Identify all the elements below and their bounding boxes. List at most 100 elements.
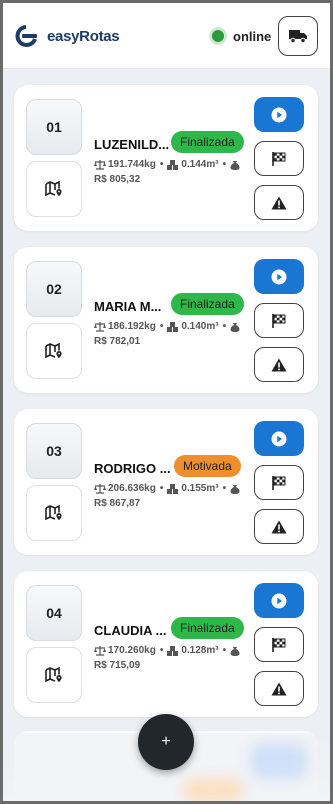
issue-button[interactable] — [254, 347, 304, 382]
separator: • — [222, 159, 227, 170]
play-icon — [271, 431, 287, 446]
play-icon — [271, 593, 287, 608]
warning-icon — [271, 520, 287, 533]
finish-button[interactable] — [254, 627, 304, 662]
status-label: online — [233, 28, 272, 44]
truck-button[interactable] — [278, 16, 318, 56]
blurred-badge — [183, 778, 243, 801]
cargo-meta: 170.260kg • 0.128m³ • — [94, 645, 242, 656]
money-bag-icon — [230, 322, 240, 332]
start-button[interactable] — [254, 421, 304, 456]
separator: • — [222, 321, 227, 332]
stop-number-text: 01 — [46, 119, 62, 135]
separator: • — [159, 645, 164, 656]
delivery-card[interactable]: 03 RODRIGO ... Motivada 206.636kg • 0.15… — [14, 409, 318, 555]
stop-number: 04 — [26, 585, 82, 641]
customer-name: LUZENILD... — [94, 137, 170, 152]
status-badge: Finalizada — [171, 293, 244, 315]
start-button[interactable] — [254, 259, 304, 294]
separator: • — [222, 645, 227, 656]
finish-button[interactable] — [254, 465, 304, 500]
delivery-card[interactable]: 01 LUZENILD... Finalizada 191.744kg • 0.… — [14, 85, 318, 231]
map-button[interactable] — [26, 161, 82, 217]
brand-logo: easyRotas — [13, 25, 120, 47]
map-button[interactable] — [26, 485, 82, 541]
cargo-meta: 186.192kg • 0.140m³ • — [94, 321, 242, 332]
play-icon — [271, 269, 287, 284]
scale-icon — [94, 159, 106, 170]
map-marker-icon — [45, 667, 62, 683]
map-marker-icon — [45, 181, 62, 197]
map-button[interactable] — [26, 323, 82, 379]
money-bag-icon — [230, 484, 240, 494]
price-value: R$ 715,09 — [94, 660, 141, 671]
issue-button[interactable] — [254, 509, 304, 544]
separator: • — [159, 483, 164, 494]
checkered-flag-icon — [272, 475, 286, 490]
stop-number-text: 03 — [46, 443, 62, 459]
map-marker-icon — [45, 343, 62, 359]
volume-value: 0.128m³ — [181, 645, 219, 656]
boxes-icon — [167, 321, 179, 332]
customer-name: MARIA M... — [94, 299, 162, 314]
scale-icon — [94, 483, 106, 494]
connection-status: online — [209, 27, 271, 45]
finish-button[interactable] — [254, 141, 304, 176]
add-button[interactable]: + — [138, 714, 194, 770]
price-value: R$ 867,87 — [94, 498, 141, 509]
cargo-meta: 206.636kg • 0.155m³ • — [94, 483, 242, 494]
start-button[interactable] — [254, 97, 304, 132]
stop-number-text: 02 — [46, 281, 62, 297]
issue-button[interactable] — [254, 671, 304, 706]
price-value: R$ 805,32 — [94, 174, 141, 185]
warning-icon — [271, 358, 287, 371]
start-button[interactable] — [254, 583, 304, 618]
stop-number: 03 — [26, 423, 82, 479]
play-icon — [271, 107, 287, 122]
separator: • — [159, 159, 164, 170]
customer-name: CLAUDIA ... — [94, 623, 167, 638]
money-bag-icon — [230, 160, 240, 170]
brand-name: easyRotas — [47, 27, 120, 45]
volume-value: 0.155m³ — [181, 483, 219, 494]
map-button[interactable] — [26, 647, 82, 703]
separator: • — [159, 321, 164, 332]
finish-button[interactable] — [254, 303, 304, 338]
cargo-meta: 191.744kg • 0.144m³ • — [94, 159, 242, 170]
stop-number-text: 04 — [46, 605, 62, 621]
weight-value: 170.260kg — [108, 645, 156, 656]
map-marker-icon — [45, 505, 62, 521]
online-dot — [209, 27, 227, 45]
app-frame: easyRotas online 01 LUZENILD... Finaliza… — [3, 3, 330, 801]
customer-name: RODRIGO ... — [94, 461, 171, 476]
status-badge: Finalizada — [171, 131, 244, 153]
boxes-icon — [167, 645, 179, 656]
separator: • — [222, 483, 227, 494]
top-header: easyRotas online — [3, 3, 330, 69]
logo-icon — [15, 25, 37, 47]
delivery-card[interactable]: 02 MARIA M... Finalizada 186.192kg • 0.1… — [14, 247, 318, 393]
weight-value: 186.192kg — [108, 321, 156, 332]
weight-value: 206.636kg — [108, 483, 156, 494]
warning-icon — [271, 682, 287, 695]
volume-value: 0.144m³ — [181, 159, 219, 170]
weight-value: 191.744kg — [108, 159, 156, 170]
money-bag-icon — [230, 646, 240, 656]
stop-number: 02 — [26, 261, 82, 317]
scale-icon — [94, 645, 106, 656]
delivery-card[interactable]: 04 CLAUDIA ... Finalizada 170.260kg • 0.… — [14, 571, 318, 717]
issue-button[interactable] — [254, 185, 304, 220]
volume-value: 0.140m³ — [181, 321, 219, 332]
status-badge: Motivada — [174, 455, 241, 477]
checkered-flag-icon — [272, 313, 286, 328]
boxes-icon — [167, 483, 179, 494]
truck-icon — [289, 30, 307, 43]
checkered-flag-icon — [272, 151, 286, 166]
blurred-button — [251, 743, 307, 779]
scale-icon — [94, 321, 106, 332]
stop-number: 01 — [26, 99, 82, 155]
boxes-icon — [167, 159, 179, 170]
price-value: R$ 782,01 — [94, 336, 141, 347]
status-badge: Finalizada — [171, 617, 244, 639]
checkered-flag-icon — [272, 637, 286, 652]
